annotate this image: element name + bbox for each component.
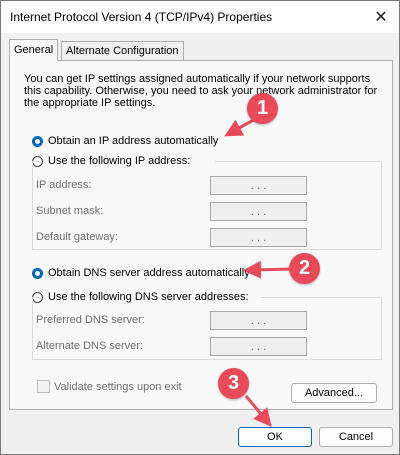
annotation-badge-1: 1	[247, 93, 278, 124]
annotation-badge-3: 3	[218, 368, 249, 399]
ip-address-input[interactable]: . . .	[210, 176, 307, 195]
alternate-dns-value: . . .	[250, 340, 267, 353]
advanced-button[interactable]: Advanced...	[291, 383, 377, 403]
close-button[interactable]: ✕	[363, 1, 399, 33]
window-title: Internet Protocol Version 4 (TCP/IPv4) P…	[10, 10, 273, 24]
validate-label: Validate settings upon exit	[54, 380, 182, 393]
radio-label: Obtain an IP address automatically	[48, 135, 219, 147]
subnet-mask-input[interactable]: . . .	[210, 202, 307, 221]
ipv4-properties-dialog: Internet Protocol Version 4 (TCP/IPv4) P…	[0, 0, 400, 455]
title-bar: Internet Protocol Version 4 (TCP/IPv4) P…	[1, 1, 399, 33]
annotation-badge-2: 2	[289, 253, 320, 284]
preferred-dns-input[interactable]: . . .	[210, 311, 307, 330]
tab-general[interactable]: General	[9, 39, 59, 61]
default-gateway-label: Default gateway:	[36, 231, 118, 243]
radio-checked-icon[interactable]	[32, 135, 43, 147]
ip-address-value: . . .	[250, 179, 267, 192]
radio-obtain-ip-auto[interactable]: Obtain an IP address automatically	[32, 135, 218, 147]
alternate-dns-label: Alternate DNS server:	[36, 340, 143, 352]
radio-label: Obtain DNS server address automatically	[48, 267, 250, 279]
default-gateway-input[interactable]: . . .	[210, 228, 307, 247]
validate-settings-checkbox-row[interactable]: Validate settings upon exit	[37, 380, 182, 393]
default-gateway-value: . . .	[250, 231, 267, 244]
subnet-mask-label: Subnet mask:	[36, 205, 104, 217]
close-icon: ✕	[374, 9, 388, 26]
validate-checkbox[interactable]	[37, 380, 50, 393]
ip-address-label: IP address:	[36, 179, 92, 191]
general-tab-panel: You can get IP settings assigned automat…	[9, 60, 393, 410]
ok-button[interactable]: OK	[238, 427, 312, 447]
preferred-dns-label: Preferred DNS server:	[36, 314, 145, 326]
alternate-dns-input[interactable]: . . .	[210, 337, 307, 356]
radio-obtain-dns-auto[interactable]: Obtain DNS server address automatically	[32, 267, 250, 279]
subnet-mask-value: . . .	[250, 205, 267, 218]
preferred-dns-value: . . .	[250, 314, 267, 327]
description-text: You can get IP settings assigned automat…	[24, 73, 378, 109]
cancel-button[interactable]: Cancel	[319, 427, 393, 447]
radio-checked-icon[interactable]	[32, 267, 43, 279]
tab-alternate-configuration[interactable]: Alternate Configuration	[61, 41, 184, 60]
